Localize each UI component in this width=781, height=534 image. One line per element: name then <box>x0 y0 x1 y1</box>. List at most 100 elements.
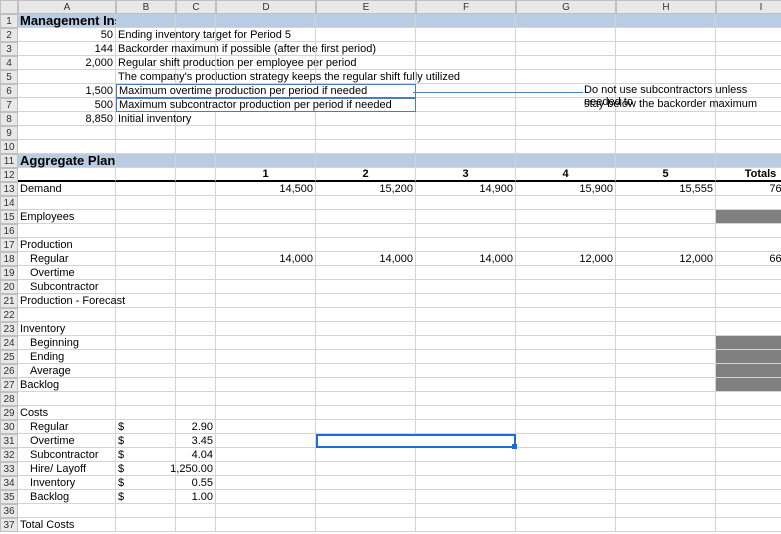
cell-A36[interactable] <box>18 504 116 518</box>
cell-I28[interactable] <box>716 392 781 406</box>
mi-val-3[interactable]: 144 <box>18 42 116 56</box>
cell-I14[interactable] <box>716 196 781 210</box>
cell-G11[interactable] <box>516 154 616 168</box>
cell-H35[interactable] <box>616 490 716 504</box>
row-11[interactable]: 11 <box>0 154 18 168</box>
cell-D33[interactable] <box>216 462 316 476</box>
cell-B19[interactable] <box>116 266 176 280</box>
cell-E20[interactable] <box>316 280 416 294</box>
cell-F11[interactable] <box>416 154 516 168</box>
lbl-avg[interactable]: Average <box>18 364 116 378</box>
cell-C24[interactable] <box>176 336 216 350</box>
cell-B15[interactable] <box>116 210 176 224</box>
cell-F26[interactable] <box>416 364 516 378</box>
col-B[interactable]: B <box>116 0 176 14</box>
cell-F1[interactable] <box>416 14 516 28</box>
cell-F7[interactable] <box>416 98 516 112</box>
cell-H8[interactable] <box>616 112 716 126</box>
cell-G3[interactable] <box>516 42 616 56</box>
cell-H32[interactable] <box>616 448 716 462</box>
cell-I17[interactable] <box>716 238 781 252</box>
cell-F28[interactable] <box>416 392 516 406</box>
cell-E33[interactable] <box>316 462 416 476</box>
cell-D24[interactable] <box>216 336 316 350</box>
mi-txt-5[interactable]: The company's production strategy keeps … <box>116 70 176 84</box>
selected-cell[interactable] <box>316 434 516 448</box>
cell-G31[interactable] <box>516 434 616 448</box>
cell-C12[interactable] <box>176 168 216 182</box>
prodreg-4[interactable]: 12,000 <box>516 252 616 266</box>
lbl-backlog[interactable]: Backlog <box>18 378 116 392</box>
cell-C17[interactable] <box>176 238 216 252</box>
cell-E27[interactable] <box>316 378 416 392</box>
cell-A14[interactable] <box>18 196 116 210</box>
row-29[interactable]: 29 <box>0 406 18 420</box>
cell-D1[interactable] <box>216 14 316 28</box>
cell-B27[interactable] <box>116 378 176 392</box>
cell-D19[interactable] <box>216 266 316 280</box>
cell-E36[interactable] <box>316 504 416 518</box>
cell-D31[interactable] <box>216 434 316 448</box>
row-36[interactable]: 36 <box>0 504 18 518</box>
cell-C1[interactable] <box>176 14 216 28</box>
lbl-cost-subcon[interactable]: Subcontractor <box>18 448 116 462</box>
cell-D27[interactable] <box>216 378 316 392</box>
cell-H26[interactable] <box>616 364 716 378</box>
cell-E11[interactable] <box>316 154 416 168</box>
cell-E3[interactable] <box>316 42 416 56</box>
lbl-regular[interactable]: Regular <box>18 252 116 266</box>
cell-C3[interactable] <box>176 42 216 56</box>
cell-H14[interactable] <box>616 196 716 210</box>
row-21[interactable]: 21 <box>0 294 18 308</box>
cell-I20[interactable] <box>716 280 781 294</box>
cell-D29[interactable] <box>216 406 316 420</box>
prodreg-3[interactable]: 14,000 <box>416 252 516 266</box>
cell-E19[interactable] <box>316 266 416 280</box>
cost-overtime[interactable]: 3.45 <box>176 434 216 448</box>
cell-G34[interactable] <box>516 476 616 490</box>
cell-C27[interactable] <box>176 378 216 392</box>
cell-G10[interactable] <box>516 140 616 154</box>
mi-val-5[interactable] <box>18 70 116 84</box>
cell-C14[interactable] <box>176 196 216 210</box>
demand-2[interactable]: 15,200 <box>316 182 416 196</box>
row-20[interactable]: 20 <box>0 280 18 294</box>
row-27[interactable]: 27 <box>0 378 18 392</box>
cell-G24[interactable] <box>516 336 616 350</box>
row-37[interactable]: 37 <box>0 518 18 532</box>
cell-G23[interactable] <box>516 322 616 336</box>
dol-subcon[interactable]: $ <box>116 448 176 462</box>
cell-I10[interactable] <box>716 140 781 154</box>
mi-txt-7[interactable]: Maximum subcontractor production per per… <box>116 98 416 112</box>
cell-E2[interactable] <box>316 28 416 42</box>
lbl-begin[interactable]: Beginning <box>18 336 116 350</box>
cell-C2[interactable] <box>176 28 216 42</box>
cell-D15[interactable] <box>216 210 316 224</box>
cell-G2[interactable] <box>516 28 616 42</box>
cell-G22[interactable] <box>516 308 616 322</box>
cost-subcon[interactable]: 4.04 <box>176 448 216 462</box>
cell-F22[interactable] <box>416 308 516 322</box>
row-23[interactable]: 23 <box>0 322 18 336</box>
cell-G33[interactable] <box>516 462 616 476</box>
cell-D22[interactable] <box>216 308 316 322</box>
cell-E35[interactable] <box>316 490 416 504</box>
col-D[interactable]: D <box>216 0 316 14</box>
cell-D9[interactable] <box>216 126 316 140</box>
row-7[interactable]: 7 <box>0 98 18 112</box>
lbl-cost-backlog[interactable]: Backlog <box>18 490 116 504</box>
cell-I3[interactable] <box>716 42 781 56</box>
cell-D32[interactable] <box>216 448 316 462</box>
cell-B21[interactable] <box>116 294 176 308</box>
cell-H19[interactable] <box>616 266 716 280</box>
cell-D30[interactable] <box>216 420 316 434</box>
row-4[interactable]: 4 <box>0 56 18 70</box>
cell-F5[interactable] <box>416 70 516 84</box>
row-32[interactable]: 32 <box>0 448 18 462</box>
cell-B9[interactable] <box>116 126 176 140</box>
cell-A22[interactable] <box>18 308 116 322</box>
cell-B23[interactable] <box>116 322 176 336</box>
cell-I22[interactable] <box>716 308 781 322</box>
cell-I25[interactable] <box>716 350 781 364</box>
period-4[interactable]: 4 <box>516 168 616 182</box>
